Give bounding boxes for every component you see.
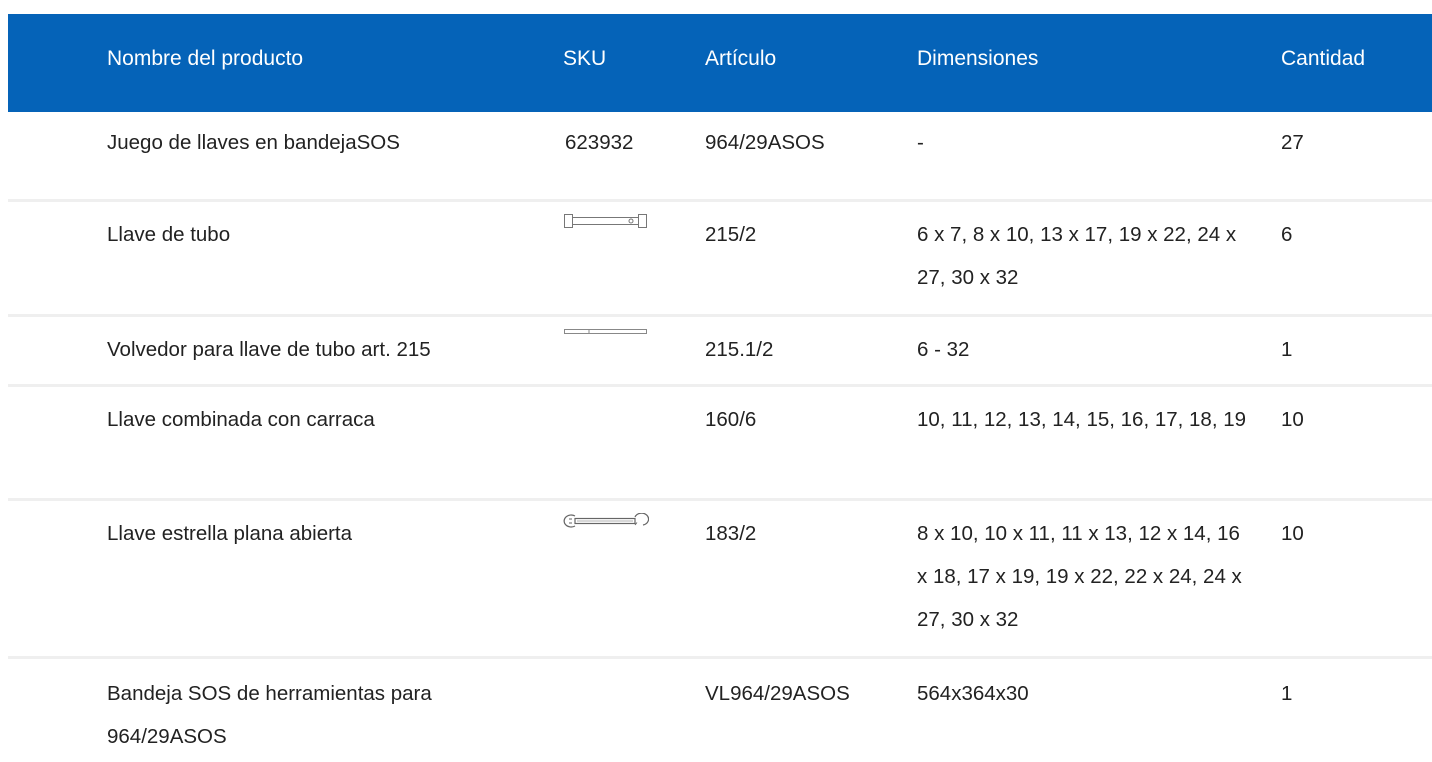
- quantity-cell: 1: [1281, 338, 1293, 361]
- product-name-cell: Bandeja SOS de herramientas para 964/29A…: [107, 682, 432, 748]
- product-name-cell: Llave estrella plana abierta: [107, 522, 353, 545]
- quantity-cell: 1: [1281, 682, 1293, 705]
- header-quantity: Cantidad: [1281, 47, 1366, 70]
- tube-wrench-icon: [564, 214, 647, 228]
- dimensions-cell: 564x364x30: [917, 682, 1029, 705]
- header-product-name: Nombre del producto: [107, 47, 304, 70]
- tommy-bar-icon: [564, 329, 647, 334]
- product-name-cell: Llave de tubo: [107, 223, 231, 246]
- article-cell: 160/6: [705, 408, 757, 431]
- article-cell: VL964/29ASOS: [705, 682, 850, 705]
- dimensions-cell: 6 - 32: [917, 338, 970, 361]
- table-row: Llave estrella plana abierta 183/2 8 x 1…: [8, 501, 1432, 659]
- table-row: Bandeja SOS de herramientas para 964/29A…: [8, 659, 1432, 759]
- product-table: Nombre del producto SKU Artículo Dimensi…: [8, 14, 1432, 759]
- product-name-cell: Volvedor para llave de tubo art. 215: [107, 338, 431, 361]
- table-row: Juego de llaves en bandejaSOS 623932 964…: [8, 112, 1432, 202]
- header-article: Artículo: [705, 47, 777, 70]
- product-name-cell: Juego de llaves en bandejaSOS: [107, 131, 400, 154]
- table-header: Nombre del producto SKU Artículo Dimensi…: [8, 14, 1432, 112]
- quantity-cell: 6: [1281, 223, 1293, 246]
- table-row: Llave combinada con carraca 160/6 10, 11…: [8, 387, 1432, 501]
- dimensions-cell: 8 x 10, 10 x 11, 11 x 13, 12 x 14, 16 x …: [917, 522, 1242, 631]
- article-cell: 215/2: [705, 223, 757, 246]
- table-row: Volvedor para llave de tubo art. 215 215…: [8, 317, 1432, 387]
- quantity-cell: 27: [1281, 131, 1304, 154]
- product-name-cell: Llave combinada con carraca: [107, 408, 375, 431]
- header-sku: SKU: [563, 47, 607, 70]
- quantity-cell: 10: [1281, 522, 1304, 545]
- sku-cell: 623932: [565, 131, 634, 154]
- dimensions-cell: 6 x 7, 8 x 10, 13 x 17, 19 x 22, 24 x 27…: [917, 223, 1237, 289]
- article-cell: 183/2: [705, 522, 757, 545]
- dimensions-cell: 10, 11, 12, 13, 14, 15, 16, 17, 18, 19: [917, 408, 1247, 431]
- article-cell: 215.1/2: [705, 338, 774, 361]
- flare-nut-wrench-icon: [563, 513, 649, 528]
- dimensions-cell: -: [917, 131, 924, 154]
- header-dimensions: Dimensiones: [917, 47, 1039, 70]
- quantity-cell: 10: [1281, 408, 1304, 431]
- article-cell: 964/29ASOS: [705, 131, 825, 154]
- table-row: Llave de tubo 215/2 6 x 7, 8 x 10, 13 x …: [8, 202, 1432, 317]
